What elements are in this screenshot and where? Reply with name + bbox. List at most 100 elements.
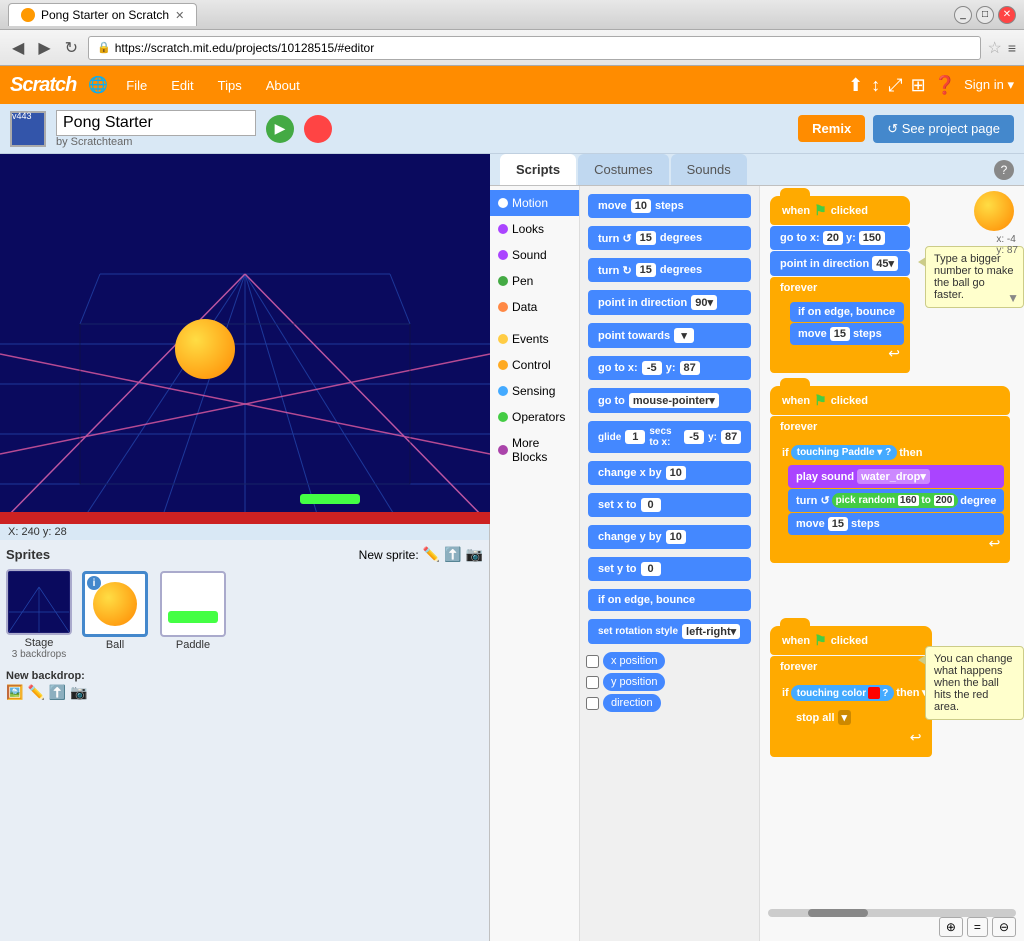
category-operators[interactable]: Operators xyxy=(490,404,579,430)
block-change-y[interactable]: change y by 10 xyxy=(586,523,753,551)
tab-costumes[interactable]: Costumes xyxy=(578,154,669,185)
hat-block-2[interactable]: when ⚑ clicked xyxy=(770,386,1010,415)
y-position-block[interactable]: y position xyxy=(603,673,665,691)
category-events[interactable]: Events xyxy=(490,326,579,352)
window-maximize-button[interactable]: □ xyxy=(976,6,994,24)
glide-y-value[interactable]: 87 xyxy=(721,430,741,444)
refresh-button[interactable]: ↻ xyxy=(61,36,82,60)
forever-block-1[interactable]: forever xyxy=(770,277,910,299)
forward-button[interactable]: ▶ xyxy=(34,36,54,60)
browser-tab[interactable]: Pong Starter on Scratch ✕ xyxy=(8,3,197,26)
zoom-fit-button[interactable]: = xyxy=(967,917,988,937)
goto-y-value[interactable]: 87 xyxy=(680,361,700,375)
globe-icon[interactable]: 🌐 xyxy=(88,75,108,95)
zoom-out-button[interactable]: ⊖ xyxy=(992,917,1016,937)
x-position-block[interactable]: x position xyxy=(603,652,665,670)
camera-backdrop-button[interactable]: 📷 xyxy=(70,684,87,701)
edit-backdrop-button[interactable]: ✏️ xyxy=(27,684,44,701)
block-turn-left[interactable]: turn ↺ 15 degrees xyxy=(586,224,753,252)
glide-x-value[interactable]: -5 xyxy=(684,430,704,444)
edit-menu[interactable]: Edit xyxy=(165,74,199,97)
help-icon[interactable]: ❓ xyxy=(934,75,956,96)
glide-secs-value[interactable]: 1 xyxy=(625,430,645,444)
block-edge-bounce[interactable]: if on edge, bounce xyxy=(586,587,753,613)
stage-item[interactable]: Stage 3 backdrops xyxy=(6,569,72,660)
forever-block-2[interactable]: forever xyxy=(770,416,1010,438)
block-point-towards[interactable]: point towards ▾ xyxy=(586,321,753,350)
category-pen[interactable]: Pen xyxy=(490,268,579,294)
file-menu[interactable]: File xyxy=(120,74,153,97)
script-scrollbar-h[interactable] xyxy=(760,909,1024,917)
category-motion[interactable]: Motion xyxy=(490,190,579,216)
set-x-value[interactable]: 0 xyxy=(641,498,661,512)
upload-backdrop-button[interactable]: ⬆️ xyxy=(49,684,66,701)
window-close-button[interactable]: ✕ xyxy=(998,6,1016,24)
turn-right-value[interactable]: 15 xyxy=(636,263,656,277)
move-value[interactable]: 10 xyxy=(631,199,651,213)
tab-scripts[interactable]: Scripts xyxy=(500,154,576,185)
tab-sounds[interactable]: Sounds xyxy=(671,154,747,185)
x-position-reporter[interactable]: x position xyxy=(586,652,753,670)
towards-value[interactable]: ▾ xyxy=(674,328,694,343)
direction-block[interactable]: direction xyxy=(603,694,661,712)
camera-sprite-button[interactable]: 📷 xyxy=(466,546,483,563)
block-rotation-style[interactable]: set rotation style left-right▾ xyxy=(586,617,753,646)
edge-bounce-inner[interactable]: if on edge, bounce xyxy=(790,302,904,322)
fullscreen-icon[interactable]: ⊞ xyxy=(911,75,926,96)
if-touching-paddle[interactable]: if touching Paddle ▾ ? then xyxy=(776,441,1004,464)
stop-button[interactable] xyxy=(304,115,332,143)
y-position-checkbox[interactable] xyxy=(586,676,599,689)
hat-block-1[interactable]: when ⚑ clicked xyxy=(770,196,910,225)
direction-reporter[interactable]: direction xyxy=(586,694,753,712)
ball-sprite-item[interactable]: i Ball xyxy=(80,569,150,660)
back-button[interactable]: ◀ xyxy=(8,36,28,60)
tips-menu[interactable]: Tips xyxy=(212,74,248,97)
category-sensing[interactable]: Sensing xyxy=(490,378,579,404)
remix-button[interactable]: Remix xyxy=(798,115,865,142)
block-go-to-mouse[interactable]: go to mouse-pointer▾ xyxy=(586,386,753,415)
stage-canvas[interactable] xyxy=(0,154,490,524)
category-sound[interactable]: Sound xyxy=(490,242,579,268)
green-flag-button[interactable]: ▶ xyxy=(266,115,294,143)
sign-in-button[interactable]: Sign in ▾ xyxy=(964,77,1014,93)
change-y-value[interactable]: 10 xyxy=(666,530,686,544)
block-go-to-xy[interactable]: go to x: -5 y: 87 xyxy=(586,354,753,382)
upload-sprite-button[interactable]: ⬆️ xyxy=(444,546,461,563)
bookmark-button[interactable]: ☆ xyxy=(987,38,1001,58)
arrow-icon[interactable]: ↕ xyxy=(871,75,880,96)
x-position-checkbox[interactable] xyxy=(586,655,599,668)
category-more-blocks[interactable]: More Blocks xyxy=(490,430,579,470)
move-15-block-2[interactable]: move 15 steps xyxy=(788,513,1004,535)
stop-all-block[interactable]: stop all ▾ xyxy=(788,706,926,729)
tooltip-collapse-1[interactable]: ▼ xyxy=(1007,291,1019,305)
project-name-input[interactable] xyxy=(56,110,256,136)
block-change-x[interactable]: change x by 10 xyxy=(586,459,753,487)
paddle-sprite-item[interactable]: Paddle xyxy=(158,569,228,660)
direction-checkbox[interactable] xyxy=(586,697,599,710)
block-turn-right[interactable]: turn ↻ 15 degrees xyxy=(586,256,753,284)
block-set-y[interactable]: set y to 0 xyxy=(586,555,753,583)
if-touching-color[interactable]: if touching color ? then ▼ xyxy=(776,681,926,705)
expand-icon[interactable]: ⤢ xyxy=(888,75,902,96)
block-move-steps[interactable]: move 10 steps xyxy=(586,192,753,220)
y-position-reporter[interactable]: y position xyxy=(586,673,753,691)
block-glide[interactable]: glide 1 secs to x: -5 y: 87 xyxy=(586,419,753,455)
turn-left-value[interactable]: 15 xyxy=(636,231,656,245)
direction-value[interactable]: 90▾ xyxy=(691,295,717,310)
scrollbar-thumb[interactable] xyxy=(808,909,868,917)
window-minimize-button[interactable]: _ xyxy=(954,6,972,24)
upload-icon[interactable]: ⬆ xyxy=(848,75,863,96)
address-bar[interactable]: 🔒 https://scratch.mit.edu/projects/10128… xyxy=(88,36,981,60)
sprite-info-icon[interactable]: i xyxy=(87,576,101,590)
category-data[interactable]: Data xyxy=(490,294,579,320)
hat-block-3[interactable]: when ⚑ clicked xyxy=(770,626,932,655)
goto-x-value[interactable]: -5 xyxy=(642,361,662,375)
block-set-x[interactable]: set x to 0 xyxy=(586,491,753,519)
goto-xy-block-1[interactable]: go to x: 20 y: 150 xyxy=(770,226,910,250)
rotation-style-value[interactable]: left-right▾ xyxy=(682,624,740,639)
mouse-pointer-value[interactable]: mouse-pointer▾ xyxy=(629,393,719,408)
tab-close-button[interactable]: ✕ xyxy=(175,9,184,22)
editor-help-button[interactable]: ? xyxy=(994,160,1014,180)
block-point-direction[interactable]: point in direction 90▾ xyxy=(586,288,753,317)
script-canvas[interactable]: when ⚑ clicked go to x: 20 y: 150 xyxy=(760,186,1024,941)
